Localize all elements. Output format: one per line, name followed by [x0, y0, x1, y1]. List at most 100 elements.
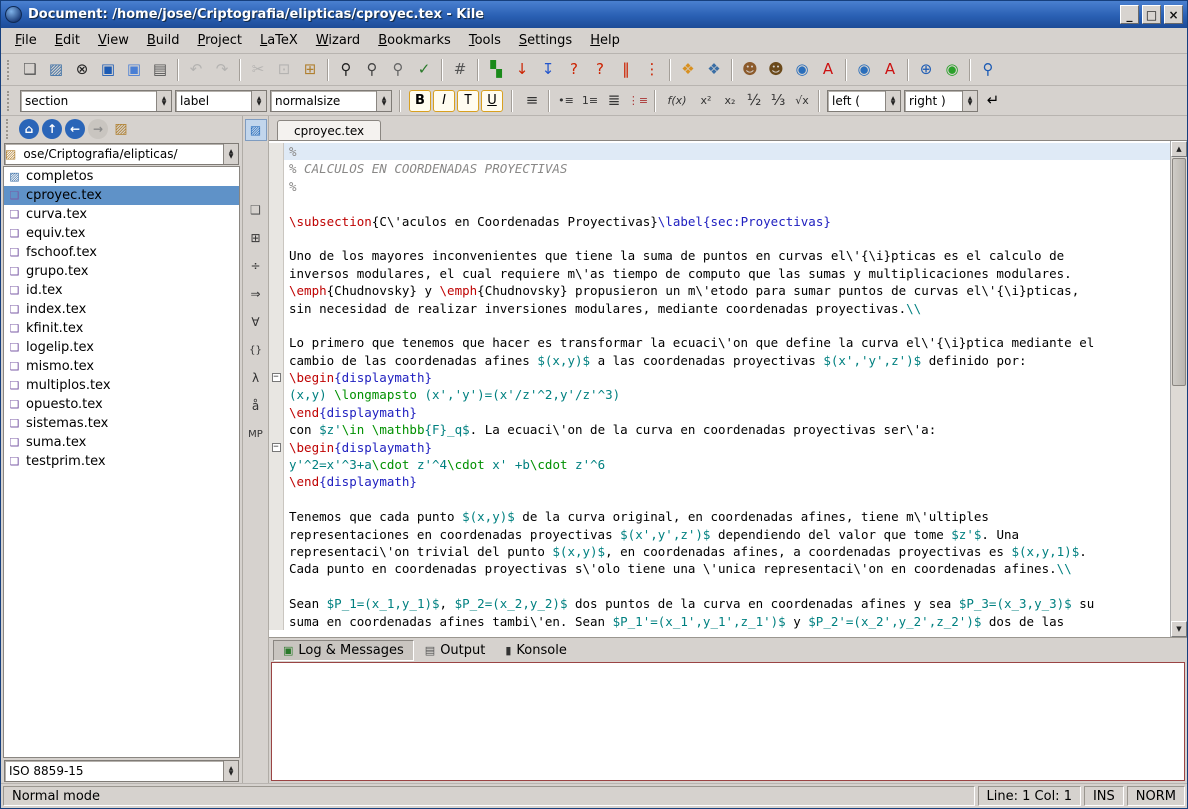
- symbols-greek-tab-icon[interactable]: λ: [245, 367, 267, 389]
- list-item-icon[interactable]: ⋮≡: [626, 89, 650, 113]
- open-folder-icon[interactable]: ▨: [111, 119, 131, 139]
- titlebar[interactable]: Document: /home/jose/Criptografia/elipti…: [1, 1, 1187, 28]
- paste-icon[interactable]: ⊞: [298, 58, 322, 82]
- code-line[interactable]: [269, 195, 1170, 212]
- bold-button[interactable]: B: [409, 90, 431, 112]
- code-line[interactable]: Sean $P_1=(x_1,y_1)$, $P_2=(x_2,y_2)$ do…: [269, 595, 1170, 612]
- bottom-tab-output[interactable]: ▤Output: [416, 641, 495, 660]
- print-icon[interactable]: ▤: [148, 58, 172, 82]
- menu-wizard[interactable]: Wizard: [308, 30, 368, 51]
- menu-latex[interactable]: LaTeX: [252, 30, 306, 51]
- code-line[interactable]: y'^2=x'^3+a\cdot z'^4\cdot x' +b\cdot z'…: [269, 456, 1170, 473]
- menu-tools[interactable]: Tools: [461, 30, 509, 51]
- code-line[interactable]: %: [269, 178, 1170, 195]
- code-line[interactable]: sin necesidad de realizar inversiones mo…: [269, 300, 1170, 317]
- combo-arrows-icon[interactable]: ▲▼: [251, 91, 266, 111]
- symbols-arrows-tab-icon[interactable]: ⇒: [245, 283, 267, 305]
- menu-view[interactable]: View: [90, 30, 137, 51]
- save-icon[interactable]: ▣: [96, 58, 120, 82]
- close-document-icon[interactable]: ⊗: [70, 58, 94, 82]
- math-function-icon[interactable]: f(x): [660, 89, 694, 113]
- file-item-mismo-tex[interactable]: ❑mismo.tex: [4, 357, 239, 376]
- code-line[interactable]: representaciones en coordenadas proyecti…: [269, 526, 1170, 543]
- view-pdf-icon[interactable]: ◉: [852, 58, 876, 82]
- wizard-array-icon[interactable]: ❖: [702, 58, 726, 82]
- file-item-completos[interactable]: ▨completos: [4, 167, 239, 186]
- code-line[interactable]: Cada punto en coordenadas proyectivas s\…: [269, 560, 1170, 577]
- menu-help[interactable]: Help: [582, 30, 628, 51]
- code-line[interactable]: suma en coordenadas afines tambi\'en. Se…: [269, 613, 1170, 630]
- file-item-index-tex[interactable]: ❑index.tex: [4, 300, 239, 319]
- fold-marker-icon[interactable]: −: [272, 373, 281, 382]
- file-item-logelip-tex[interactable]: ❑logelip.tex: [4, 338, 239, 357]
- view-dvi-icon[interactable]: ↧: [536, 58, 560, 82]
- file-item-grupo-tex[interactable]: ❑grupo.tex: [4, 262, 239, 281]
- code-line[interactable]: (x,y) \longmapsto (x','y')=(x'/z'^2,y'/z…: [269, 386, 1170, 403]
- code-line[interactable]: Uno de los mayores inconvenientes que ti…: [269, 247, 1170, 264]
- menu-project[interactable]: Project: [189, 30, 250, 51]
- symbols-operators-tab-icon[interactable]: ÷: [245, 255, 267, 277]
- combo-arrows-icon[interactable]: ▲▼: [962, 91, 977, 111]
- newline-button[interactable]: ↵: [981, 89, 1005, 113]
- underline-button[interactable]: U: [481, 90, 503, 112]
- scroll-down-icon[interactable]: ▼: [1171, 621, 1187, 637]
- back-icon[interactable]: ←: [65, 119, 85, 139]
- archive-project-icon[interactable]: ⊕: [914, 58, 938, 82]
- fraction-icon[interactable]: ½: [742, 89, 766, 113]
- combo-arrows-icon[interactable]: ▲▼: [376, 91, 391, 111]
- symbols-frequent-tab-icon[interactable]: ⊞: [245, 227, 267, 249]
- menu-edit[interactable]: Edit: [47, 30, 88, 51]
- code-line[interactable]: \end{displaymath}: [269, 404, 1170, 421]
- toolbar-grip[interactable]: [7, 60, 12, 80]
- code-line[interactable]: \subsection{C\'aculos en Coordenadas Pro…: [269, 213, 1170, 230]
- new-document-icon[interactable]: ❑: [18, 58, 42, 82]
- scrollbar-thumb[interactable]: [1172, 158, 1186, 386]
- files-tab-icon[interactable]: ▨: [245, 119, 267, 141]
- replace-icon[interactable]: ⚲: [386, 58, 410, 82]
- italic-button[interactable]: I: [433, 90, 455, 112]
- path-combo[interactable]: ▨ ose/Criptografia/elipticas/ ▲▼: [4, 143, 239, 165]
- menu-settings[interactable]: Settings: [511, 30, 580, 51]
- fold-marker-icon[interactable]: −: [272, 443, 281, 452]
- binomial-icon[interactable]: ⅓: [766, 89, 790, 113]
- code-line[interactable]: %: [269, 143, 1170, 160]
- code-line[interactable]: % CALCULOS EN COORDENADAS PROYECTIVAS: [269, 160, 1170, 177]
- combo-arrows-icon[interactable]: ▲▼: [156, 91, 171, 111]
- enumerate-list-icon[interactable]: 1≡: [578, 89, 602, 113]
- size-combo[interactable]: normalsize ▲▼: [270, 90, 392, 112]
- code-line[interactable]: representaci\'on trivial del punto $(x,y…: [269, 543, 1170, 560]
- structure-combo[interactable]: section ▲▼: [20, 90, 172, 112]
- toolbar-grip[interactable]: [7, 91, 12, 111]
- forward-search-icon[interactable]: ?: [562, 58, 586, 82]
- bottom-tab-konsole[interactable]: ▮Konsole: [496, 641, 575, 660]
- file-item-opuesto-tex[interactable]: ❑opuesto.tex: [4, 395, 239, 414]
- subscript-icon[interactable]: x₂: [718, 89, 742, 113]
- spellcheck-icon[interactable]: ✓: [412, 58, 436, 82]
- square-root-icon[interactable]: √x: [790, 89, 814, 113]
- symbols-misc-math-tab-icon[interactable]: ∀: [245, 311, 267, 333]
- file-item-sistemas-tex[interactable]: ❑sistemas.tex: [4, 414, 239, 433]
- editor-tab-cproyec[interactable]: cproyec.tex: [277, 120, 381, 140]
- menu-file[interactable]: File: [7, 30, 45, 51]
- view-html-icon[interactable]: ◉: [790, 58, 814, 82]
- code-area[interactable]: %% CALCULOS EN COORDENADAS PROYECTIVAS% …: [269, 141, 1170, 637]
- view-log-icon[interactable]: ☻: [764, 58, 788, 82]
- find-icon[interactable]: ⚲: [334, 58, 358, 82]
- browse-icon[interactable]: ◉: [940, 58, 964, 82]
- code-line[interactable]: cambio de las coordenadas afines $(x,y)$…: [269, 352, 1170, 369]
- code-line[interactable]: \emph{Chudnovsky} y \emph{Chudnovsky} pr…: [269, 282, 1170, 299]
- symbols-special-tab-icon[interactable]: å: [245, 395, 267, 417]
- symbols-delimiters-tab-icon[interactable]: {}: [245, 339, 267, 361]
- combo-arrows-icon[interactable]: ▲▼: [885, 91, 900, 111]
- up-icon[interactable]: ↑: [42, 119, 62, 139]
- structure-tab-icon[interactable]: ❑: [245, 199, 267, 221]
- clean-project-icon[interactable]: ⋮: [640, 58, 664, 82]
- compile-latex-icon[interactable]: ↓: [510, 58, 534, 82]
- open-file-icon[interactable]: ▨: [44, 58, 68, 82]
- file-item-equiv-tex[interactable]: ❑equiv.tex: [4, 224, 239, 243]
- pdflatex-icon[interactable]: A: [816, 58, 840, 82]
- wizard-tabular-icon[interactable]: ❖: [676, 58, 700, 82]
- file-item-cproyec-tex[interactable]: ❑cproyec.tex: [4, 186, 239, 205]
- code-line[interactable]: −\begin{displaymath}: [269, 439, 1170, 456]
- left-delimiter-combo[interactable]: left ( ▲▼: [827, 90, 901, 112]
